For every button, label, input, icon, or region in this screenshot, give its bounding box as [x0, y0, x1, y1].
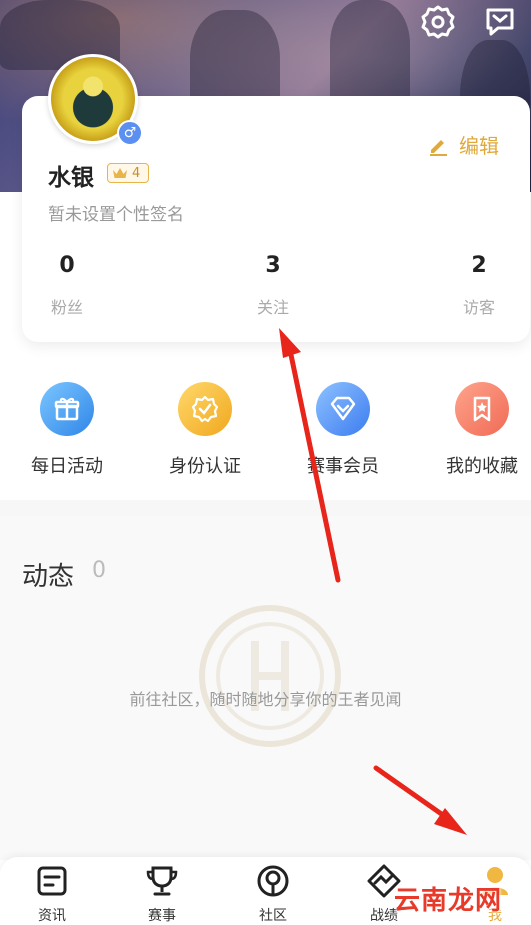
site-watermark: 云南龙网: [394, 886, 503, 916]
level-badge: 4: [107, 163, 150, 183]
edit-profile-button[interactable]: 编辑: [427, 130, 499, 159]
shortcut-label: 身份认证: [169, 456, 241, 477]
stat-count: 2: [471, 253, 487, 278]
edit-label: 编辑: [459, 134, 499, 158]
shortcut-daily-activity[interactable]: 每日活动: [17, 382, 117, 478]
stat-label: 粉丝: [50, 298, 83, 317]
stat-count: 3: [265, 253, 281, 278]
trophy-icon: [146, 866, 178, 896]
feed-panel: 动态 0 前往社区，随时随地分享你的王者见闻: [0, 516, 531, 860]
feed-section: 动态 0 前往社区，随时随地分享你的王者见闻: [0, 500, 531, 860]
stat-label: 关注: [256, 298, 289, 317]
stat-following[interactable]: 3 关注: [233, 250, 313, 318]
level-number: 4: [132, 165, 141, 181]
feed-title: 动态: [22, 562, 75, 592]
signature[interactable]: 暂未设置个性签名: [48, 200, 184, 225]
gift-icon: [40, 382, 94, 436]
stat-visitors[interactable]: 2 访客: [439, 250, 519, 318]
username: 水银: [48, 165, 94, 191]
shortcut-event-membership[interactable]: 赛事会员: [293, 382, 393, 478]
news-icon: [37, 866, 67, 896]
stat-count: 0: [59, 253, 75, 278]
bookmark-star-icon: [455, 382, 509, 436]
crown-icon: [113, 168, 127, 178]
diamond-icon: [316, 382, 370, 436]
shortcut-label: 赛事会员: [307, 456, 379, 477]
shortcut-my-favorites[interactable]: 我的收藏: [432, 382, 531, 478]
tab-label: 赛事: [148, 908, 176, 924]
tab-news[interactable]: 资讯: [12, 863, 92, 925]
male-gender-icon: ♂: [117, 120, 143, 146]
tab-label: 资讯: [38, 908, 66, 924]
settings-icon[interactable]: [418, 4, 458, 40]
stat-label: 访客: [462, 298, 495, 317]
message-icon[interactable]: [480, 4, 520, 40]
verified-badge-icon: [178, 382, 232, 436]
tab-community[interactable]: 社区: [233, 863, 313, 925]
tab-matches[interactable]: 赛事: [122, 863, 202, 925]
shortcut-identity-verification[interactable]: 身份认证: [155, 382, 255, 478]
stat-fans[interactable]: 0 粉丝: [27, 250, 107, 318]
feed-count: 0: [92, 558, 106, 583]
empty-state-emblem-icon: [199, 605, 341, 747]
shortcut-label: 我的收藏: [446, 456, 518, 477]
community-icon: [257, 865, 289, 897]
pencil-icon: [430, 139, 447, 156]
empty-state-text[interactable]: 前往社区，随时随地分享你的王者见闻: [0, 686, 531, 710]
tab-label: 社区: [259, 908, 287, 924]
shortcut-label: 每日活动: [31, 456, 103, 477]
